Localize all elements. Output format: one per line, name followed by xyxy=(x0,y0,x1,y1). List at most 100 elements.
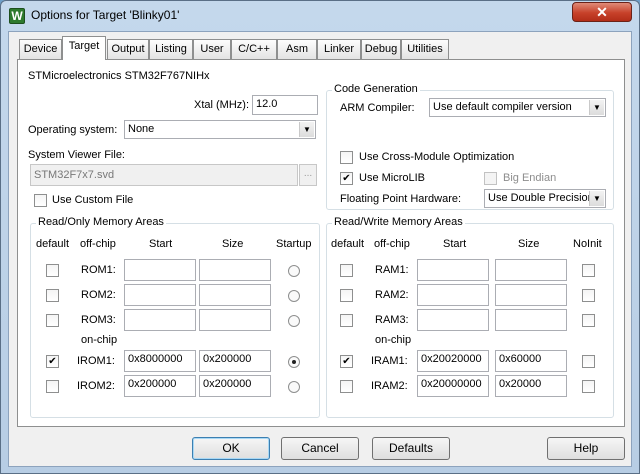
rom3-start-input[interactable] xyxy=(124,309,196,331)
defaults-button[interactable]: Defaults xyxy=(372,437,450,460)
tab-device[interactable]: Device xyxy=(19,39,62,59)
iram2-noinit-checkbox[interactable] xyxy=(582,380,595,393)
ram2-noinit-checkbox[interactable] xyxy=(582,289,595,302)
irom1-startup-radio[interactable] xyxy=(288,356,300,368)
irom1-default-checkbox[interactable]: ✔ xyxy=(46,355,59,368)
rom1-size-input[interactable] xyxy=(199,259,271,281)
rom3-default-checkbox[interactable] xyxy=(46,314,59,327)
big-endian-label: Big Endian xyxy=(503,172,557,184)
iram2-default-checkbox[interactable] xyxy=(340,380,353,393)
ram1-start-input[interactable] xyxy=(417,259,489,281)
iram1-noinit-checkbox[interactable] xyxy=(582,355,595,368)
operating-system-label: Operating system: xyxy=(28,124,118,136)
irom2-label: IROM2: xyxy=(77,380,115,392)
ram2-size-input[interactable] xyxy=(495,284,567,306)
tab-target[interactable]: Target xyxy=(62,36,106,60)
irom1-label: IROM1: xyxy=(77,355,115,367)
irom2-startup-radio[interactable] xyxy=(288,381,300,393)
tab-listing[interactable]: Listing xyxy=(149,39,193,59)
check-icon: ✔ xyxy=(342,356,351,367)
operating-system-select[interactable]: None ▼ xyxy=(124,120,316,139)
ram3-size-input[interactable] xyxy=(495,309,567,331)
ram1-label: RAM1: xyxy=(375,264,409,276)
rom1-label: ROM1: xyxy=(81,264,116,276)
ro-col-start: Start xyxy=(149,238,173,250)
irom1-size-input[interactable]: 0x200000 xyxy=(199,350,271,372)
ro-col-off-chip: off-chip xyxy=(80,238,116,250)
iram2-size-input[interactable]: 0x20000 xyxy=(495,375,567,397)
ram2-default-checkbox[interactable] xyxy=(340,289,353,302)
rom2-size-input[interactable] xyxy=(199,284,271,306)
ram3-start-input[interactable] xyxy=(417,309,489,331)
ram3-noinit-checkbox[interactable] xyxy=(582,314,595,327)
chevron-down-icon: ▼ xyxy=(589,191,604,206)
ro-on-chip-label: on-chip xyxy=(81,334,118,346)
iram1-default-checkbox[interactable]: ✔ xyxy=(340,355,353,368)
rom2-default-checkbox[interactable] xyxy=(46,289,59,302)
ram3-default-checkbox[interactable] xyxy=(340,314,353,327)
use-microlib-checkbox[interactable]: ✔ xyxy=(340,172,353,185)
ram3-label: RAM3: xyxy=(375,314,409,326)
close-button[interactable]: ✕ xyxy=(572,2,632,22)
system-viewer-file-label: System Viewer File: xyxy=(28,149,125,161)
iram1-size-input[interactable]: 0x60000 xyxy=(495,350,567,372)
xtal-input[interactable]: 12.0 xyxy=(252,95,318,115)
chevron-down-icon: ▼ xyxy=(589,100,604,115)
irom2-start-input[interactable]: 0x200000 xyxy=(124,375,196,397)
use-custom-file-label: Use Custom File xyxy=(52,194,134,206)
rom3-size-input[interactable] xyxy=(199,309,271,331)
code-generation-title: Code Generation xyxy=(332,83,420,95)
read-only-memory-title: Read/Only Memory Areas xyxy=(36,216,166,228)
ram2-start-input[interactable] xyxy=(417,284,489,306)
target-tab-panel: STMicroelectronics STM32F767NIHx Xtal (M… xyxy=(17,59,625,427)
tab-utilities[interactable]: Utilities xyxy=(401,39,449,59)
tab-debug[interactable]: Debug xyxy=(361,39,401,59)
device-name-label: STMicroelectronics STM32F767NIHx xyxy=(28,70,210,82)
help-button[interactable]: Help xyxy=(547,437,625,460)
read-write-memory-title: Read/Write Memory Areas xyxy=(332,216,465,228)
rw-on-chip-label: on-chip xyxy=(375,334,412,346)
xtal-label: Xtal (MHz): xyxy=(194,99,249,111)
iram2-start-input[interactable]: 0x20000000 xyxy=(417,375,489,397)
system-viewer-file-input[interactable]: STM32F7x7.svd xyxy=(30,164,298,186)
rom2-start-input[interactable] xyxy=(124,284,196,306)
iram1-start-input[interactable]: 0x20020000 xyxy=(417,350,489,372)
rom3-label: ROM3: xyxy=(81,314,116,326)
use-microlib-label: Use MicroLIB xyxy=(359,172,426,184)
use-custom-file-checkbox[interactable] xyxy=(34,194,47,207)
irom1-start-input[interactable]: 0x8000000 xyxy=(124,350,196,372)
tab-c-cpp[interactable]: C/C++ xyxy=(231,39,277,59)
keil-app-icon: W xyxy=(9,8,25,24)
arm-compiler-label: ARM Compiler: xyxy=(340,102,415,114)
rom1-default-checkbox[interactable] xyxy=(46,264,59,277)
ro-col-startup: Startup xyxy=(276,238,312,250)
rom2-startup-radio[interactable] xyxy=(288,290,300,302)
rw-col-noinit: NoInit xyxy=(573,238,602,250)
floating-point-hardware-select[interactable]: Use Double Precision ▼ xyxy=(484,189,606,208)
cancel-button[interactable]: Cancel xyxy=(281,437,359,460)
title-bar: W Options for Target 'Blinky01' ✕ xyxy=(1,1,639,31)
rw-col-default: default xyxy=(331,238,365,250)
irom2-size-input[interactable]: 0x200000 xyxy=(199,375,271,397)
svd-browse-button[interactable]: ... xyxy=(299,164,317,186)
arm-compiler-select[interactable]: Use default compiler version ▼ xyxy=(429,98,606,117)
rom3-startup-radio[interactable] xyxy=(288,315,300,327)
irom2-default-checkbox[interactable] xyxy=(46,380,59,393)
tab-output[interactable]: Output xyxy=(107,39,149,59)
rom1-startup-radio[interactable] xyxy=(288,265,300,277)
ram1-size-input[interactable] xyxy=(495,259,567,281)
rw-col-off-chip: off-chip xyxy=(374,238,410,250)
floating-point-hardware-label: Floating Point Hardware: xyxy=(340,193,462,205)
rom1-start-input[interactable] xyxy=(124,259,196,281)
cross-module-optimization-label: Use Cross-Module Optimization xyxy=(359,151,515,163)
tab-linker[interactable]: Linker xyxy=(317,39,361,59)
ram1-default-checkbox[interactable] xyxy=(340,264,353,277)
tab-user[interactable]: User xyxy=(193,39,231,59)
window-title: Options for Target 'Blinky01' xyxy=(31,8,180,22)
ok-button[interactable]: OK xyxy=(192,437,270,460)
iram2-label: IRAM2: xyxy=(371,380,408,392)
big-endian-checkbox[interactable] xyxy=(484,172,497,185)
cross-module-optimization-checkbox[interactable] xyxy=(340,151,353,164)
tab-asm[interactable]: Asm xyxy=(277,39,317,59)
ram1-noinit-checkbox[interactable] xyxy=(582,264,595,277)
